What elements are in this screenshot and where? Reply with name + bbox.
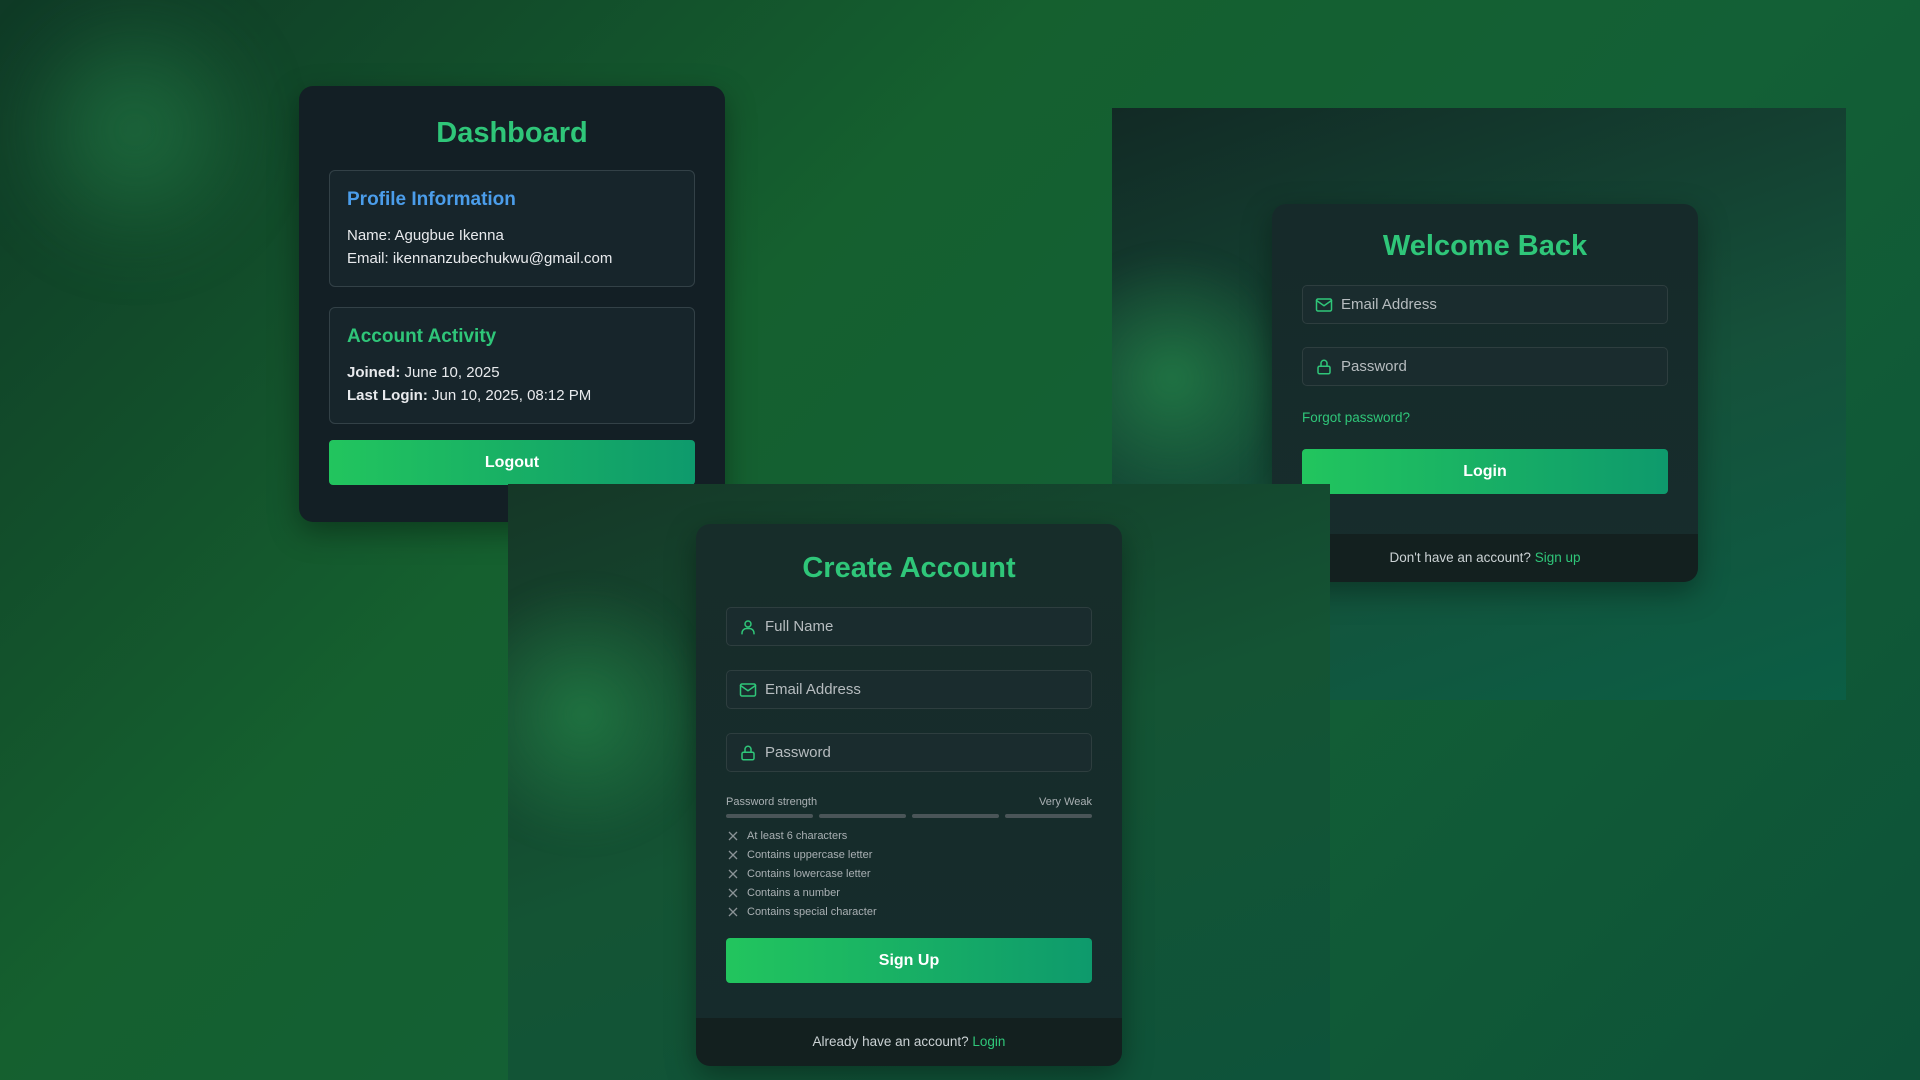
mail-icon bbox=[1315, 297, 1333, 312]
signup-email-input[interactable] bbox=[765, 671, 1091, 708]
signup-title: Create Account bbox=[802, 552, 1016, 584]
signup-button[interactable]: Sign Up bbox=[726, 938, 1092, 983]
login-email-input[interactable] bbox=[1341, 286, 1667, 323]
user-icon bbox=[741, 619, 755, 634]
requirements-list: At least 6 characters Contains uppercase… bbox=[726, 826, 1092, 921]
login-email-field[interactable] bbox=[1302, 285, 1668, 324]
profile-name: Name: Agugbue Ikenna bbox=[347, 227, 504, 244]
requirement-text: Contains lowercase letter bbox=[747, 867, 871, 880]
signup-panel: Create Account Password strength Very We… bbox=[508, 484, 1330, 1080]
requirement-text: Contains special character bbox=[747, 905, 877, 918]
login-password-input[interactable] bbox=[1341, 348, 1667, 385]
signup-password-input[interactable] bbox=[765, 734, 1091, 771]
login-footer-text: Don't have an account? bbox=[1389, 550, 1535, 565]
mail-icon bbox=[739, 682, 757, 697]
x-icon bbox=[728, 869, 738, 878]
background-glow bbox=[0, 0, 270, 260]
requirement-text: Contains a number bbox=[747, 886, 840, 899]
login-link[interactable]: Login bbox=[972, 1034, 1005, 1049]
profile-heading: Profile Information bbox=[347, 189, 516, 210]
signup-password-field[interactable] bbox=[726, 733, 1092, 772]
x-icon bbox=[728, 831, 738, 840]
strength-bar bbox=[912, 814, 999, 818]
profile-email: Email: ikennanzubechukwu@gmail.com bbox=[347, 250, 613, 267]
joined-label: Joined: bbox=[347, 364, 401, 381]
joined-value: June 10, 2025 bbox=[400, 364, 500, 381]
joined-line: Joined: June 10, 2025 bbox=[347, 361, 677, 384]
dashboard-card: Dashboard Profile Information Name: Agug… bbox=[299, 86, 725, 522]
account-activity-box: Account Activity Joined: June 10, 2025 L… bbox=[329, 307, 695, 424]
lock-icon bbox=[741, 745, 755, 760]
last-login-value: Jun 10, 2025, 08:12 PM bbox=[427, 387, 592, 404]
strength-value: Very Weak bbox=[1039, 796, 1092, 808]
activity-heading: Account Activity bbox=[347, 326, 497, 347]
login-button[interactable]: Login bbox=[1302, 449, 1668, 494]
panel-glow bbox=[1112, 228, 1272, 528]
forgot-password-link[interactable]: Forgot password? bbox=[1302, 410, 1668, 425]
login-password-field[interactable] bbox=[1302, 347, 1668, 386]
login-title: Welcome Back bbox=[1382, 230, 1588, 262]
signup-fullname-input[interactable] bbox=[765, 608, 1091, 645]
profile-info-box: Profile Information Name: Agugbue Ikenna… bbox=[329, 170, 695, 287]
signup-footer-text: Already have an account? bbox=[812, 1034, 973, 1049]
password-strength: Password strength Very Weak At least 6 c… bbox=[726, 796, 1092, 921]
x-icon bbox=[728, 850, 738, 859]
x-icon bbox=[728, 907, 738, 916]
signup-card: Create Account Password strength Very We… bbox=[696, 524, 1122, 1066]
requirement-item: At least 6 characters bbox=[726, 826, 1092, 845]
requirement-text: Contains uppercase letter bbox=[747, 848, 873, 861]
panel-glow bbox=[508, 564, 698, 864]
signup-footer: Already have an account? Login bbox=[696, 1018, 1122, 1066]
dashboard-title: Dashboard bbox=[436, 117, 588, 149]
strength-bar bbox=[1005, 814, 1092, 818]
lock-icon bbox=[1317, 359, 1331, 374]
last-login-label: Last Login: bbox=[347, 387, 428, 404]
strength-label: Password strength bbox=[726, 796, 818, 808]
requirement-item: Contains special character bbox=[726, 902, 1092, 921]
x-icon bbox=[728, 888, 738, 897]
requirement-item: Contains uppercase letter bbox=[726, 845, 1092, 864]
requirement-item: Contains a number bbox=[726, 883, 1092, 902]
signup-link[interactable]: Sign up bbox=[1535, 550, 1581, 565]
requirement-text: At least 6 characters bbox=[747, 829, 848, 842]
signup-email-field[interactable] bbox=[726, 670, 1092, 709]
strength-bar bbox=[819, 814, 906, 818]
logout-button[interactable]: Logout bbox=[329, 440, 695, 485]
last-login-line: Last Login: Jun 10, 2025, 08:12 PM bbox=[347, 384, 677, 407]
login-footer: Don't have an account? Sign up bbox=[1272, 534, 1698, 582]
strength-bar bbox=[726, 814, 813, 818]
requirement-item: Contains lowercase letter bbox=[726, 864, 1092, 883]
signup-fullname-field[interactable] bbox=[726, 607, 1092, 646]
login-card: Welcome Back Forgot password? Login Don'… bbox=[1272, 204, 1698, 582]
strength-meter bbox=[726, 814, 1092, 818]
